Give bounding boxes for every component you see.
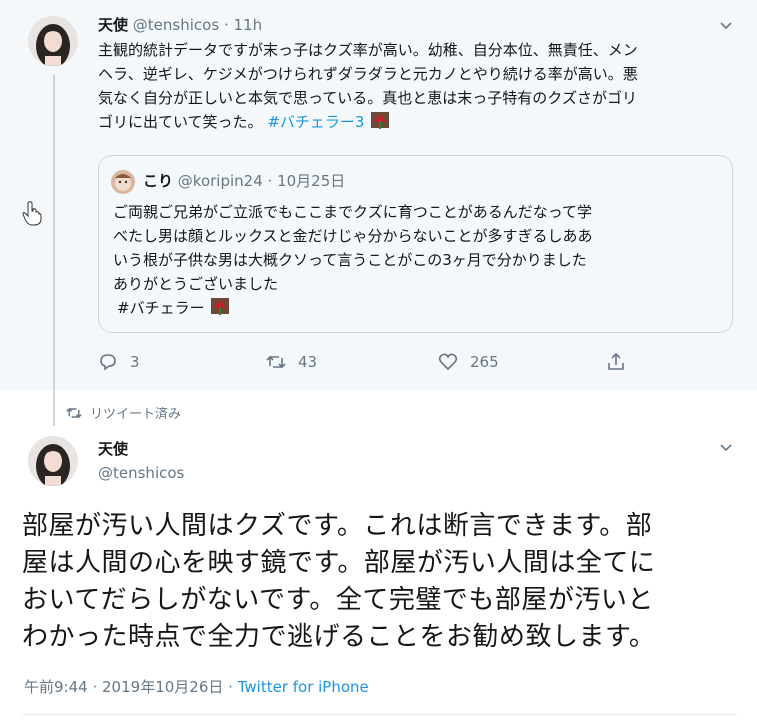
share-button[interactable]: [606, 352, 626, 372]
tweet-line: 部屋が汚い人間はクズです。これは断言できます。部: [22, 511, 653, 541]
quoted-text: ご両親ご兄弟がご立派でもここまでクズに育つことがあるんだなって学 べたし男は顔と…: [113, 200, 721, 320]
retweet-button[interactable]: 43: [266, 352, 317, 372]
display-name[interactable]: 天使: [98, 438, 128, 459]
retweet-count: 43: [298, 353, 318, 371]
quoted-line: ご両親ご兄弟がご立派でもここまでクズに育つことがあるんだなって学: [113, 203, 592, 221]
roses-emoji-icon: [211, 298, 230, 315]
user-handle[interactable]: @tenshicos: [98, 464, 184, 482]
heart-icon: [438, 353, 458, 371]
quoted-line: べたし男は顔とルックスと金だけじゃ分からないことが多すぎるしああ: [113, 227, 593, 245]
focused-tweet-text: 部屋が汚い人間はクズです。これは断言できます。部 屋は人間の心を映す鏡です。部屋…: [22, 508, 737, 656]
quoted-handle: @koripin24: [177, 172, 263, 190]
chevron-down-icon[interactable]: [719, 440, 733, 454]
avatar[interactable]: [28, 436, 78, 486]
quoted-display-name: こり: [143, 172, 174, 190]
reply-count: 3: [130, 353, 140, 371]
tweet-line: おいてだらしがないです。全て完璧でも部屋が汚いと: [22, 585, 654, 615]
quoted-tweet[interactable]: こり @koripin24 · 10月25日 ご両親ご兄弟がご立派でもここまでク…: [98, 155, 733, 333]
like-count: 265: [470, 353, 499, 371]
tweet-line: 屋は人間の心を映す鏡です。部屋が汚い人間は全てに: [22, 548, 656, 578]
quoted-hashtag: #バチェラー: [117, 299, 205, 317]
tweet-actions: 3 43 265: [98, 352, 638, 376]
retweet-context: リツイート済み: [66, 403, 181, 422]
quoted-line: ありがとうございました: [113, 275, 279, 293]
tweet-header: 天使 @tenshicos · 11h: [98, 16, 263, 34]
quoted-header: こり @koripin24 · 10月25日: [143, 172, 346, 190]
tweet-body: 主観的統計データですが末っ子はクズ率が高い。幼稚、自分本位、無責任、メンヘラ、逆…: [98, 41, 638, 131]
chevron-down-icon[interactable]: [719, 18, 733, 32]
share-icon: [608, 352, 624, 370]
retweet-context-label: リツイート済み: [90, 407, 182, 422]
user-handle[interactable]: @tenshicos: [133, 16, 219, 34]
divider: [22, 714, 737, 715]
reply-icon: [100, 354, 116, 371]
tweet-text: 主観的統計データですが末っ子はクズ率が高い。幼稚、自分本位、無責任、メンヘラ、逆…: [98, 38, 643, 134]
tweet-timestamp[interactable]: 午前9:44: [24, 678, 88, 696]
quoted-line: いう根が子供な男は大概クソって言うことがこの3ヶ月で分かりました: [113, 251, 587, 269]
display-name[interactable]: 天使: [98, 16, 128, 34]
hand-cursor-icon: [22, 201, 42, 226]
tweet-line: わかった時点で全力で逃げることをお勧め致します。: [22, 622, 656, 652]
roses-emoji-icon: [371, 112, 390, 129]
quoted-date: 10月25日: [277, 172, 346, 190]
like-button[interactable]: 265: [438, 352, 499, 372]
avatar[interactable]: [28, 16, 78, 66]
reply-button[interactable]: 3: [98, 352, 140, 372]
thread-connector-line: [53, 74, 55, 426]
quoted-avatar: [111, 170, 135, 194]
retweet-icon: [266, 355, 286, 369]
hashtag-link[interactable]: #バチェラー3: [267, 113, 364, 131]
tweet-source-link[interactable]: Twitter for iPhone: [238, 678, 369, 696]
retweet-icon: [66, 407, 82, 418]
tweet-time[interactable]: 11h: [233, 16, 262, 34]
tweet-date[interactable]: 2019年10月26日: [102, 678, 223, 696]
tweet-metadata: 午前9:44 · 2019年10月26日 · Twitter for iPhon…: [24, 678, 369, 696]
